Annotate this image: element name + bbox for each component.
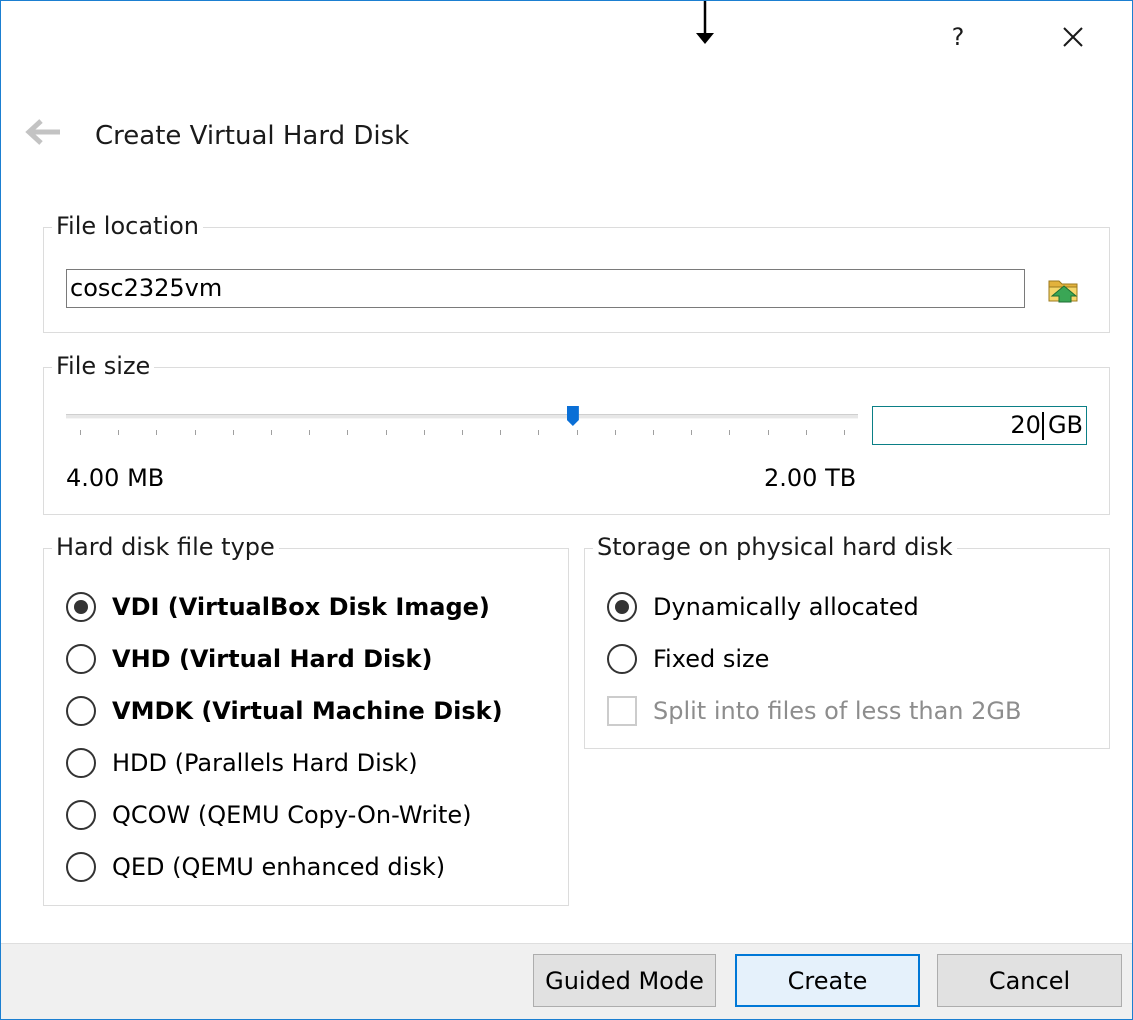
storage-option-fixed[interactable]: Fixed size (607, 641, 769, 677)
option-label: QED (QEMU enhanced disk) (112, 853, 446, 881)
file-size-unit: GB (1047, 411, 1083, 439)
file-location-input[interactable]: cosc2325vm (66, 269, 1025, 308)
size-range-max: 2.00 TB (764, 464, 857, 492)
file-size-input[interactable]: 20 GB (872, 406, 1087, 445)
storage-group: Storage on physical hard disk Dynamicall… (584, 531, 1110, 749)
cancel-button[interactable]: Cancel (937, 954, 1122, 1007)
slider-tick (615, 430, 616, 435)
button-bar: Guided Mode Create Cancel (1, 943, 1132, 1019)
guided-mode-button[interactable]: Guided Mode (533, 954, 716, 1007)
slider-tick (500, 430, 501, 435)
disk-type-label: Hard disk file type (52, 531, 279, 563)
folder-browse-icon (1048, 280, 1078, 303)
disk-type-option-qed[interactable]: QED (QEMU enhanced disk) (66, 849, 445, 885)
radio-button[interactable] (66, 748, 96, 778)
file-size-group: File size 20 GB 4.00 MB 2.00 TB (43, 350, 1110, 515)
option-label: QCOW (QEMU Copy-On-Write) (112, 801, 472, 829)
mouse-cursor-resize-icon (696, 1, 714, 44)
radio-button[interactable] (607, 592, 637, 622)
option-label: HDD (Parallels Hard Disk) (112, 749, 418, 777)
help-button[interactable]: ? (938, 19, 978, 55)
close-button[interactable] (1053, 19, 1093, 55)
slider-tick (577, 430, 578, 435)
radio-button[interactable] (66, 644, 96, 674)
file-location-group: File location cosc2325vm (43, 210, 1110, 333)
radio-button[interactable] (607, 644, 637, 674)
slider-tick (424, 430, 425, 435)
file-size-label: File size (52, 350, 155, 382)
size-range-min: 4.00 MB (66, 464, 165, 492)
storage-option-dynamic[interactable]: Dynamically allocated (607, 589, 919, 625)
slider-tick (80, 430, 81, 435)
slider-tick (538, 430, 539, 435)
disk-type-option-vmdk[interactable]: VMDK (Virtual Machine Disk) (66, 693, 503, 729)
create-button[interactable]: Create (735, 954, 920, 1007)
slider-tick (806, 430, 807, 435)
slider-tick (844, 430, 845, 435)
slider-tick (691, 430, 692, 435)
close-icon (1063, 27, 1083, 47)
back-arrow-icon (25, 119, 60, 145)
file-size-slider[interactable] (66, 402, 858, 446)
create-virtual-hard-disk-dialog: ? Create Virtual Hard Disk File location… (0, 0, 1133, 1020)
slider-tick (156, 430, 157, 435)
option-label: Dynamically allocated (653, 593, 919, 621)
split-files-option[interactable]: Split into files of less than 2GB (607, 693, 1021, 729)
disk-type-option-hdd[interactable]: HDD (Parallels Hard Disk) (66, 745, 418, 781)
folder-browse-button[interactable] (1047, 275, 1081, 305)
slider-tick (195, 430, 196, 435)
split-files-label: Split into files of less than 2GB (653, 697, 1022, 725)
radio-button[interactable] (66, 592, 96, 622)
option-label: VHD (Virtual Hard Disk) (112, 645, 433, 673)
slider-tick (309, 430, 310, 435)
split-files-checkbox[interactable] (607, 696, 637, 726)
option-label: Fixed size (653, 645, 770, 673)
option-label: VMDK (Virtual Machine Disk) (112, 697, 503, 725)
slider-tick (386, 430, 387, 435)
slider-thumb[interactable] (566, 406, 579, 426)
slider-tick (233, 430, 234, 435)
page-title: Create Virtual Hard Disk (95, 121, 410, 151)
option-label: VDI (VirtualBox Disk Image) (112, 593, 490, 621)
slider-tick (118, 430, 119, 435)
radio-button[interactable] (66, 852, 96, 882)
disk-type-option-vdi[interactable]: VDI (VirtualBox Disk Image) (66, 589, 490, 625)
disk-type-option-qcow[interactable]: QCOW (QEMU Copy-On-Write) (66, 797, 472, 833)
back-button[interactable] (23, 117, 63, 147)
slider-tick (768, 430, 769, 435)
slider-tick (347, 430, 348, 435)
slider-tick (462, 430, 463, 435)
text-caret (1041, 411, 1044, 440)
storage-label: Storage on physical hard disk (593, 531, 957, 563)
slider-track (66, 414, 858, 419)
radio-button[interactable] (66, 696, 96, 726)
radio-button[interactable] (66, 800, 96, 830)
file-location-label: File location (52, 210, 204, 242)
slider-tick (653, 430, 654, 435)
disk-type-group: Hard disk file type VDI (VirtualBox Disk… (43, 531, 569, 906)
disk-type-option-vhd[interactable]: VHD (Virtual Hard Disk) (66, 641, 432, 677)
slider-tick (271, 430, 272, 435)
slider-tick (729, 430, 730, 435)
file-size-value: 20 (1010, 411, 1041, 439)
